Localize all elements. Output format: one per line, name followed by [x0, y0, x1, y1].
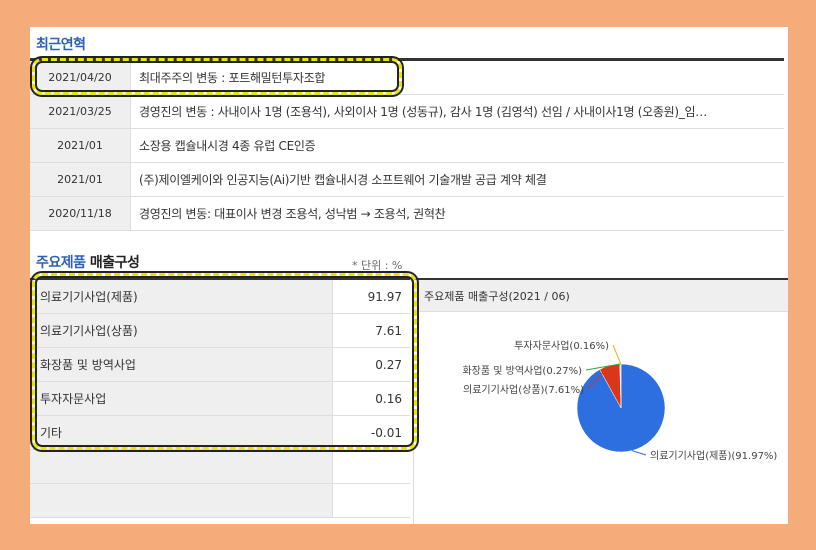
highlight-box-history	[32, 58, 402, 95]
history-text[interactable]: 경영진의 변동: 대표이사 변경 조용석, 성낙범 → 조용석, 권혁찬	[131, 205, 784, 222]
empty-cell	[333, 484, 410, 517]
history-section-title: 최근연혁	[36, 37, 86, 53]
empty-cell	[30, 450, 333, 483]
history-date: 2021/01	[30, 163, 131, 196]
products-title-rest: 매출구성	[85, 255, 140, 271]
history-row: 2020/11/18 경영진의 변동: 대표이사 변경 조용석, 성낙범 → 조용…	[30, 197, 784, 231]
empty-cell	[333, 450, 410, 483]
history-date: 2020/11/18	[30, 197, 131, 230]
history-text[interactable]: (주)제이엘케이와 인공지능(Ai)기반 캡슐내시경 소프트웨어 기술개발 공급…	[131, 171, 784, 188]
product-row-empty	[30, 484, 410, 518]
pie-label: 의료기기사업(제품)(91.97%)	[650, 449, 777, 462]
pie-leader-line	[631, 450, 647, 456]
pie-label: 의료기기사업(상품)(7.61%)	[463, 383, 584, 396]
highlight-box-products	[32, 273, 417, 450]
history-row: 2021/03/25 경영진의 변동 : 사내이사 1명 (조용석), 사외이사 …	[30, 95, 784, 129]
history-text[interactable]: 소장용 캡슐내시경 4종 유럽 CE인증	[131, 137, 784, 154]
product-row-empty	[30, 450, 410, 484]
pie-label: 화장품 및 방역사업(0.27%)	[462, 364, 582, 377]
pie-leader-line	[612, 344, 622, 365]
products-section-title: 주요제품 매출구성	[36, 252, 140, 272]
pie-chart: 의료기기사업(제품)(91.97%) 의료기기사업(상품)(7.61%) 화장품 및…	[462, 339, 777, 462]
products-title-highlight: 주요제품	[36, 255, 86, 271]
history-date: 2021/03/25	[30, 95, 131, 128]
history-row: 2021/01 (주)제이엘케이와 인공지능(Ai)기반 캡슐내시경 소프트웨어 …	[30, 163, 784, 197]
history-row: 2021/01 소장용 캡슐내시경 4종 유럽 CE인증	[30, 129, 784, 163]
history-text[interactable]: 경영진의 변동 : 사내이사 1명 (조용석), 사외이사 1명 (성동규), …	[131, 103, 784, 120]
empty-cell	[30, 484, 333, 517]
company-info-panel: 최근연혁 2021/04/20 최대주주의 변동 : 포트해밀턴투자조합 2021/…	[30, 27, 788, 524]
unit-label: * 단위 : %	[352, 259, 403, 272]
pie-chart-box: 주요제품 매출구성(2021 / 06) 의료기기사업(제품)(91.97%) 의…	[413, 278, 788, 524]
chart-title: 주요제품 매출구성(2021 / 06)	[414, 280, 788, 312]
history-date: 2021/01	[30, 129, 131, 162]
pie-label: 투자자문사업(0.16%)	[514, 339, 609, 352]
